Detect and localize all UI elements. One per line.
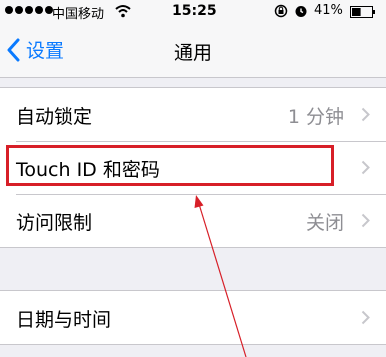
annotation-arrow-icon (194, 195, 247, 357)
